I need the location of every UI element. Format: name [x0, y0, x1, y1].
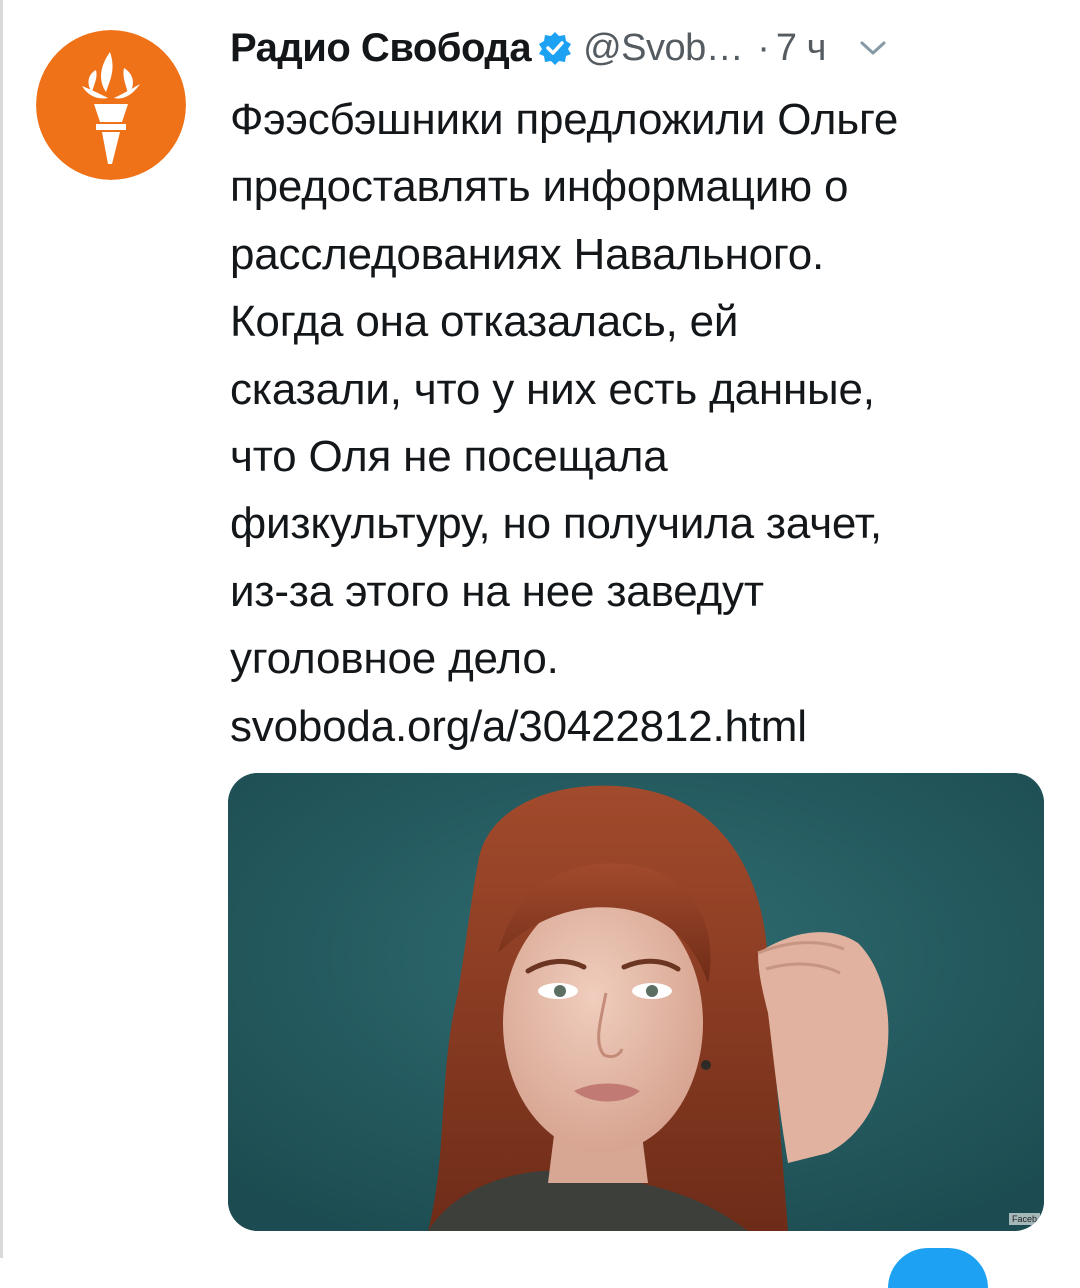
- tweet-text-line: сказали, что у них есть данные,: [230, 364, 875, 414]
- portrait-photo: [228, 773, 1044, 1231]
- verified-badge: [537, 30, 573, 66]
- tweet-text-line: что Оля не посещала: [230, 432, 668, 482]
- tweet-text-line: физкультуру, но получила зачет,: [230, 499, 882, 549]
- tweet-menu-button[interactable]: [858, 38, 888, 58]
- article-link[interactable]: svoboda.org/a/30422812.html: [230, 693, 1050, 760]
- media-watermark: Faceb: [1008, 1213, 1040, 1225]
- separator-dot: ·: [757, 26, 770, 69]
- tweet-text-line: предоставлять информацию о: [230, 162, 849, 212]
- tweet-header: Радио Свобода @Svob… · 7 ч: [230, 18, 1050, 78]
- tweet-text: Фээсбэшники предложили Ольге предоставля…: [230, 86, 1050, 760]
- display-name[interactable]: Радио Свобода: [230, 26, 532, 71]
- timestamp[interactable]: 7 ч: [776, 27, 827, 70]
- chevron-down-icon: [860, 41, 886, 55]
- torch-logo-icon: [36, 30, 186, 180]
- tweet-text-line: расследованиях Навального.: [230, 229, 825, 279]
- tweet-text-line: уголовное дело.: [230, 634, 559, 684]
- handle[interactable]: @Svob…: [583, 27, 744, 70]
- tweet-text-line: Фээсбэшники предложили Ольге: [230, 95, 899, 144]
- compose-button[interactable]: [888, 1248, 988, 1288]
- tweet-text-line: Когда она отказалась, ей: [230, 297, 739, 347]
- tweet-text-line: из-за этого на нее заведут: [230, 566, 764, 616]
- tweet-media-image[interactable]: Faceb: [228, 773, 1044, 1231]
- tweet[interactable]: Радио Свобода @Svob… · 7 ч Фээсбэшники п…: [0, 0, 1080, 1288]
- verified-badge-icon: [539, 32, 572, 65]
- avatar[interactable]: [36, 30, 186, 180]
